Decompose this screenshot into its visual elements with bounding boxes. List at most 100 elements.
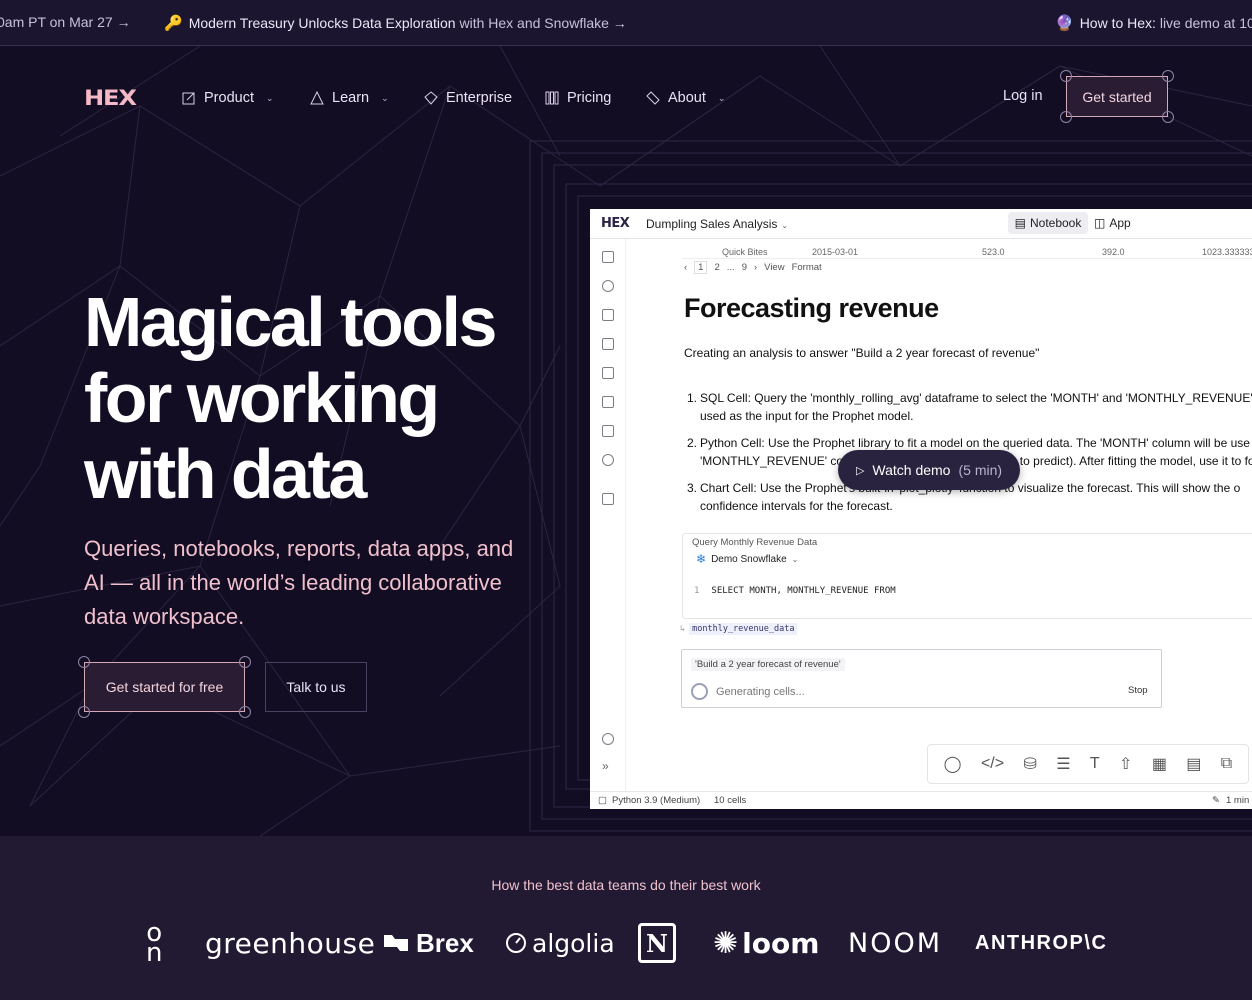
pencil-icon: ✎ [1212,795,1220,806]
crystal-ball-icon: 🔮 [1055,15,1074,32]
add-cell-toolbar: ◯ </> ⛁ ☰ T ⇧ ▦ ▤ ⧉ [927,744,1249,784]
more-cells-icon[interactable]: ⧉ [1221,755,1232,773]
page-1[interactable]: 1 [694,261,708,274]
stop-button[interactable]: Stop [1128,685,1148,696]
diamond-icon [424,91,438,105]
format-button[interactable]: Format [792,262,822,273]
notebook-heading: Forecasting revenue [684,293,939,323]
loom-logo: ✺ loom [713,925,820,961]
tab-notebook[interactable]: ▤ Notebook [1008,212,1088,234]
layers-icon[interactable]: ☰ [1056,754,1070,774]
generating-status: Generating cells... [691,683,805,700]
list-item: 1. SQL Cell: Query the 'monthly_rolling_a… [687,391,1252,423]
outline-icon[interactable] [602,251,614,263]
connection-select[interactable]: ❄ Demo Snowflake ⌄ [696,552,798,566]
nav-pricing[interactable]: Pricing [545,88,611,108]
image-icon[interactable] [602,493,614,505]
hero-subtitle: Queries, notebooks, reports, data apps, … [84,536,514,629]
get-started-button[interactable]: Get started [1066,76,1168,117]
algolia-mark-icon [506,933,526,953]
ticker-item[interactable]: 🔮 How to Hex: live demo at 10 [1055,14,1252,32]
brex-mark-icon [384,935,408,951]
corner-decoration [1162,111,1174,123]
product-preview-window: HEX Dumpling Sales Analysis ⌄ ▤ Notebook ◫… [590,209,1252,809]
search-icon[interactable] [602,280,614,292]
expand-icon[interactable]: » [602,759,609,773]
watch-demo-button[interactable]: ▷ Watch demo (5 min) [838,450,1020,490]
greenhouse-logo: greenhouse [205,926,376,960]
view-button[interactable]: View [764,262,784,273]
on-logo: on [146,918,163,968]
prev-page-button[interactable]: ‹ [684,262,687,273]
database-icon[interactable]: ⛁ [1023,754,1036,774]
nav-learn[interactable]: Learn ⌄ [310,88,389,108]
edit-icon[interactable] [602,309,614,321]
code-icon[interactable]: </> [981,755,1004,773]
chevron-down-icon: ⌄ [781,221,789,230]
notion-logo: N [638,922,676,964]
corner-decoration [239,656,251,668]
help-icon[interactable] [602,733,614,745]
corner-decoration [1162,70,1174,82]
cube-icon[interactable] [602,338,614,350]
corner-decoration [1060,111,1072,123]
input-icon[interactable]: ⇧ [1119,754,1132,774]
prompt-text: 'Build a 2 year forecast of revenue' [691,658,845,671]
magic-icon[interactable]: ◯ [944,754,962,774]
folder-icon[interactable] [602,367,614,379]
chevron-down-icon: ⌄ [381,92,389,103]
noom-logo: NOOM [848,927,942,959]
ticker-item[interactable]: 0am PT on Mar 27 → [0,14,131,30]
page-2[interactable]: 2 [714,262,719,273]
play-icon: ▷ [855,464,865,477]
customer-logos-band [0,836,1252,1000]
runtime-label[interactable]: Python 3.9 (Medium) [612,795,700,806]
algolia-logo: algolia [505,922,615,964]
hex-logo[interactable]: HEX [84,86,137,110]
status-bar: ▢ Python 3.9 (Medium) 10 cells ✎ 1 min [590,791,1252,809]
tab-app[interactable]: ◫ App [1094,216,1131,230]
hero-title: Magical tools for working with data [84,283,497,513]
page-9[interactable]: 9 [742,262,747,273]
app-topbar: HEX Dumpling Sales Analysis ⌄ ▤ Notebook ◫… [590,209,1252,239]
nav-about[interactable]: About ⌄ [646,88,725,108]
logos-tagline: How the best data teams do their best wo… [491,877,761,893]
next-page-button[interactable]: › [754,262,757,273]
app-icon: ◫ [1094,216,1106,230]
output-dataframe[interactable]: ↳ monthly_revenue_data [680,623,798,635]
history-icon[interactable] [602,454,614,466]
table-pager: ‹ 1 2 ... 9 › View Format [684,261,822,274]
bars-icon [545,91,559,105]
text-icon[interactable]: T [1090,755,1100,773]
snowflake-icon: ❄ [696,552,707,566]
key-icon: 🔑 [164,15,183,32]
spinner-icon [691,683,708,700]
corner-decoration [239,706,251,718]
chevron-down-icon: ⌄ [717,92,726,103]
return-arrow-icon: ↳ [680,624,686,634]
cell-title: Query Monthly Revenue Data [690,537,820,548]
sql-code[interactable]: 1 SELECT MONTH, MONTHLY_REVENUE FROM [694,586,896,596]
announcement-ticker: 0am PT on Mar 27 → 🔑 Modern Treasury Unlo… [0,0,1252,46]
get-started-free-button[interactable]: Get started for free [84,662,245,712]
calendar-icon[interactable] [602,425,614,437]
project-title[interactable]: Dumpling Sales Analysis ⌄ [646,217,788,231]
cube-icon: ▢ [598,795,607,806]
nav-product[interactable]: Product ⌄ [182,88,274,108]
anthropic-logo: ANTHROP\C [975,931,1108,954]
table-icon[interactable]: ▦ [1152,754,1167,774]
chart-icon[interactable]: ▤ [1186,754,1201,774]
corner-decoration [1060,70,1072,82]
variables-icon[interactable] [602,396,614,408]
cell-count: 10 cells [714,795,747,806]
loom-mark-icon: ✺ [713,925,739,961]
corner-decoration [78,706,90,718]
table-peek-row: Quick Bites 2015-03-01 523.0 392.0 1023.… [682,247,1252,259]
ticker-item[interactable]: 🔑 Modern Treasury Unlocks Data Exploratio… [164,14,627,32]
chevron-down-icon: ⌄ [791,554,799,564]
nav-enterprise[interactable]: Enterprise [424,88,512,108]
app-hex-logo: HEX [601,216,630,231]
login-link[interactable]: Log in [1003,88,1043,104]
talk-to-us-button[interactable]: Talk to us [265,662,367,712]
edit-icon [182,92,195,105]
